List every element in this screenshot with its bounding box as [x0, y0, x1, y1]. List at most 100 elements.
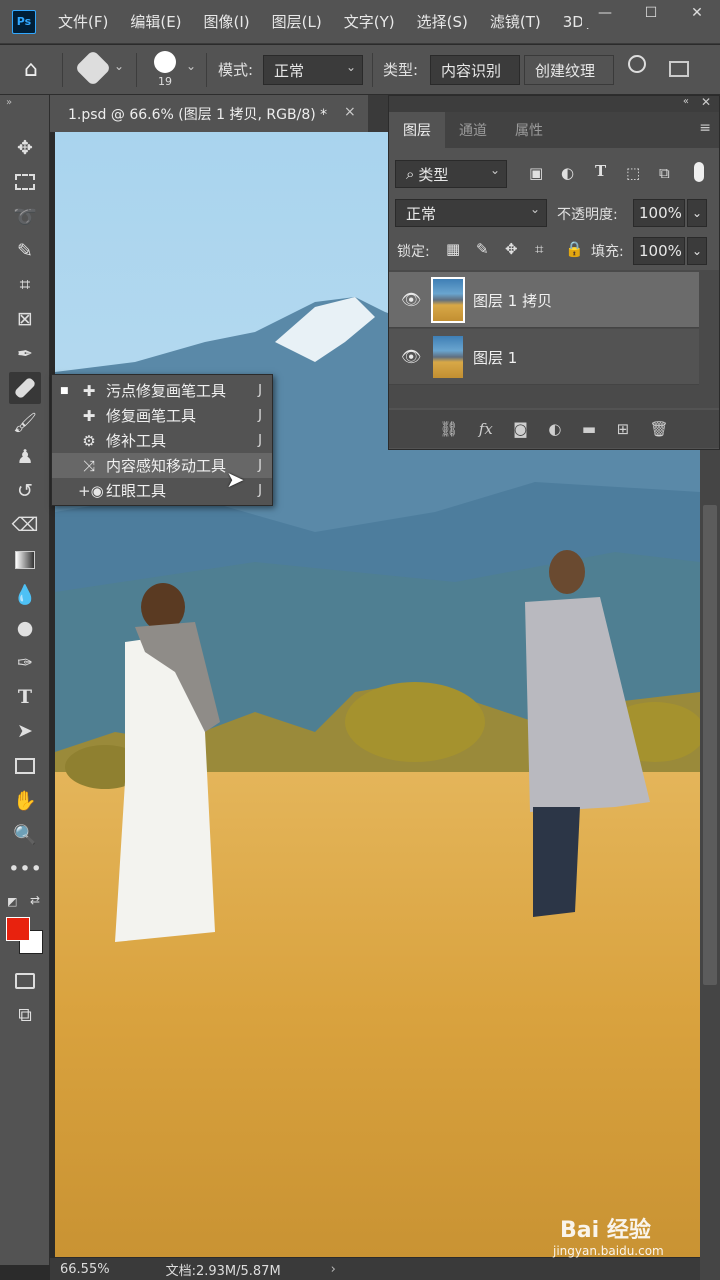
opacity-input[interactable]: 100%	[633, 199, 685, 227]
marquee-tool-icon[interactable]	[9, 166, 41, 198]
swap-colors-icon[interactable]: ⇄	[30, 893, 40, 907]
fill-value: 100%	[639, 242, 682, 260]
fx-icon[interactable]: fx	[479, 420, 493, 438]
smart-object-filter-icon[interactable]: ⧉	[659, 164, 670, 182]
layer-name: 图层 1 拷贝	[473, 292, 553, 310]
layer-row[interactable]: 👁 图层 1 拷贝	[389, 272, 699, 328]
document-tab[interactable]: 1.psd @ 66.6% (图层 1 拷贝, RGB/8) *	[50, 95, 368, 132]
fill-dropdown-icon[interactable]: ⌄	[687, 237, 707, 265]
tab-channels[interactable]: 通道	[445, 112, 501, 148]
chevron-down-icon: ⌄	[489, 163, 500, 177]
new-layer-icon[interactable]: ⊞	[617, 420, 630, 438]
flyout-item-spot-healing[interactable]: ■ ✚ 污点修复画笔工具 J	[52, 378, 272, 403]
add-mask-icon[interactable]: ◙	[513, 420, 528, 438]
delete-layer-icon[interactable]: 🗑	[650, 420, 669, 438]
link-layers-icon[interactable]: ⛓	[439, 420, 458, 438]
more-tools-icon[interactable]: •••	[8, 853, 42, 885]
foreground-color-swatch[interactable]	[6, 917, 30, 941]
crop-tool-icon[interactable]: ⌗	[9, 269, 41, 301]
adjustment-filter-icon[interactable]: ◐	[561, 164, 574, 182]
lock-transparency-icon[interactable]: ▦	[446, 240, 460, 258]
menu-filter[interactable]: 滤镜(T)	[490, 11, 541, 32]
search-icon[interactable]	[628, 55, 646, 73]
tab-layers[interactable]: 图层	[389, 112, 445, 148]
hand-tool-icon[interactable]: ✋	[9, 784, 41, 816]
history-brush-icon[interactable]: ↺	[9, 475, 41, 507]
close-document-icon[interactable]: ×	[344, 104, 356, 120]
type-tool-icon[interactable]: T	[9, 681, 41, 713]
close-panel-icon[interactable]: ✕	[701, 95, 711, 109]
layer-filter-select[interactable]: ⌕ 类型 ⌄	[395, 160, 507, 188]
lasso-tool-icon[interactable]: ➰	[9, 200, 41, 232]
pixel-filter-icon[interactable]: ▣	[529, 164, 543, 182]
tools-panel: » ✥ ➰ ✎ ⌗ ⊠ ✒ 🖌 ♟ ↺ ⌫ 💧 ● ✑ T ➤ ✋ 🔍 ••• …	[0, 95, 50, 1265]
pen-tool-icon[interactable]: ✑	[9, 647, 41, 679]
minimize-icon[interactable]: —	[582, 0, 628, 26]
dodge-tool-icon[interactable]: ●	[9, 612, 41, 644]
photoshop-logo: Ps	[12, 9, 36, 34]
visibility-eye-icon[interactable]: 👁	[401, 290, 421, 309]
clone-stamp-icon[interactable]: ♟	[9, 441, 41, 473]
tab-properties[interactable]: 属性	[501, 112, 557, 148]
menu-type[interactable]: 文字(Y)	[344, 11, 395, 32]
lock-pixels-icon[interactable]: ✎	[476, 240, 489, 258]
scroll-thumb[interactable]	[703, 505, 717, 985]
spot-healing-tool-icon[interactable]	[9, 372, 41, 404]
layer-row[interactable]: 👁 图层 1	[389, 329, 699, 385]
healing-brush-icon: ✚	[82, 406, 96, 425]
visibility-eye-icon[interactable]: 👁	[401, 347, 421, 366]
collapse-panel-icon[interactable]: «	[683, 96, 689, 107]
flyout-item-patch[interactable]: ⚙ 修补工具 J	[52, 428, 272, 453]
document-title: 1.psd @ 66.6% (图层 1 拷贝, RGB/8) *	[68, 106, 328, 123]
filter-toggle-icon[interactable]	[694, 162, 704, 182]
collapse-icon[interactable]: »	[6, 97, 12, 108]
zoom-tool-icon[interactable]: 🔍	[9, 818, 41, 850]
type-label: 类型:	[383, 61, 419, 79]
move-tool-icon[interactable]: ✥	[9, 132, 41, 164]
layers-panel: « ✕ 图层 通道 属性 ≡ ⌕ 类型 ⌄ ▣ ◐ T ⬚ ⧉ 正常 ⌄ 不透明…	[388, 95, 720, 450]
brush-tool-icon[interactable]: 🖌	[9, 406, 41, 438]
create-texture-button[interactable]: 创建纹理	[524, 55, 614, 85]
eyedropper-icon[interactable]: ✒	[9, 338, 41, 370]
menu-layer[interactable]: 图层(L)	[272, 11, 322, 32]
brush-preview-icon[interactable]	[154, 51, 176, 73]
blend-mode-select[interactable]: 正常 ⌄	[395, 199, 547, 227]
opacity-dropdown-icon[interactable]: ⌄	[687, 199, 707, 227]
adjustment-layer-icon[interactable]: ◐	[548, 420, 561, 438]
menu-select[interactable]: 选择(S)	[417, 11, 468, 32]
chevron-down-icon[interactable]: ⌄	[186, 59, 196, 73]
path-selection-icon[interactable]: ➤	[9, 715, 41, 747]
panel-tabs: 图层 通道 属性 ≡	[389, 112, 719, 148]
rectangle-tool-icon[interactable]	[9, 750, 41, 782]
frame-tool-icon[interactable]: ⊠	[9, 303, 41, 335]
screen-mode-icon[interactable]: ⧉	[9, 999, 41, 1031]
eraser-icon[interactable]: ⌫	[9, 509, 41, 541]
chevron-right-icon[interactable]: ›	[331, 1262, 336, 1277]
menu-edit[interactable]: 编辑(E)	[130, 11, 181, 32]
panel-menu-icon[interactable]: ≡	[699, 120, 711, 136]
sample-all-layers-icon[interactable]	[669, 61, 689, 77]
home-icon[interactable]: ⌂	[24, 57, 38, 82]
gradient-tool-icon[interactable]	[9, 544, 41, 576]
maximize-icon[interactable]: ☐	[628, 0, 674, 26]
shape-filter-icon[interactable]: ⬚	[626, 164, 640, 182]
lock-position-icon[interactable]: ✥	[505, 240, 518, 258]
menu-file[interactable]: 文件(F)	[58, 11, 108, 32]
content-aware-button[interactable]: 内容识别	[430, 55, 520, 85]
menu-image[interactable]: 图像(I)	[204, 11, 250, 32]
flyout-item-healing-brush[interactable]: ✚ 修复画笔工具 J	[52, 403, 272, 428]
quick-mask-icon[interactable]	[9, 965, 41, 997]
type-filter-icon[interactable]: T	[595, 162, 606, 180]
spot-healing-brush-icon[interactable]	[74, 49, 112, 87]
fill-input[interactable]: 100%	[633, 237, 685, 265]
mode-select[interactable]: 正常 ⌄	[263, 55, 363, 85]
close-icon[interactable]: ✕	[674, 0, 720, 26]
quick-selection-icon[interactable]: ✎	[9, 235, 41, 267]
zoom-level[interactable]: 66.55%	[60, 1262, 110, 1277]
chevron-down-icon[interactable]: ⌄	[114, 59, 124, 73]
new-group-icon[interactable]: ▬	[582, 420, 596, 438]
lock-all-icon[interactable]: 🔒	[565, 240, 584, 258]
lock-artboard-icon[interactable]: ⌗	[535, 240, 543, 258]
blur-tool-icon[interactable]: 💧	[9, 578, 41, 610]
default-colors-icon[interactable]: ◩	[7, 895, 17, 908]
